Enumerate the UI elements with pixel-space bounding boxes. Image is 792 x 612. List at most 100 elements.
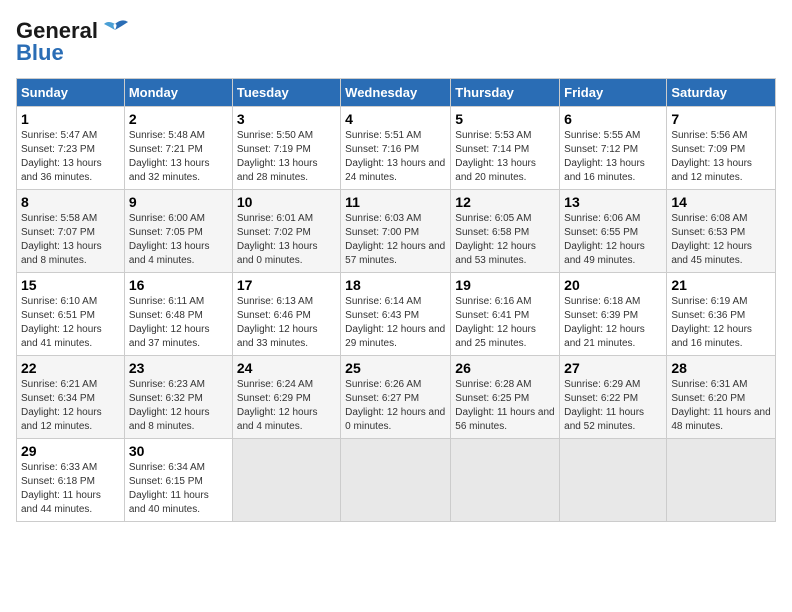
calendar-week-1: 1 Sunrise: 5:47 AMSunset: 7:23 PMDaylight… bbox=[17, 107, 776, 190]
calendar-cell bbox=[560, 439, 667, 522]
header-friday: Friday bbox=[560, 79, 667, 107]
day-number: 7 bbox=[671, 111, 771, 127]
logo: General Blue bbox=[16, 16, 130, 66]
day-number: 23 bbox=[129, 360, 228, 376]
calendar-cell: 4 Sunrise: 5:51 AMSunset: 7:16 PMDaylight… bbox=[341, 107, 451, 190]
day-info: Sunrise: 6:29 AMSunset: 6:22 PMDaylight:… bbox=[564, 378, 662, 434]
calendar-cell: 10 Sunrise: 6:01 AMSunset: 7:02 PMDayligh… bbox=[232, 190, 340, 273]
header-thursday: Thursday bbox=[451, 79, 560, 107]
calendar-cell: 8 Sunrise: 5:58 AMSunset: 7:07 PMDaylight… bbox=[17, 190, 125, 273]
day-info: Sunrise: 5:55 AMSunset: 7:12 PMDaylight:… bbox=[564, 129, 662, 185]
day-number: 11 bbox=[345, 194, 446, 210]
header-saturday: Saturday bbox=[667, 79, 776, 107]
day-number: 1 bbox=[21, 111, 120, 127]
day-info: Sunrise: 6:00 AMSunset: 7:05 PMDaylight:… bbox=[129, 212, 228, 268]
logo-bird-icon bbox=[100, 16, 130, 46]
day-number: 28 bbox=[671, 360, 771, 376]
day-number: 29 bbox=[21, 443, 120, 459]
calendar-cell: 5 Sunrise: 5:53 AMSunset: 7:14 PMDaylight… bbox=[451, 107, 560, 190]
calendar-cell: 12Sunrise: 6:05 AMSunset: 6:58 PMDayligh… bbox=[451, 190, 560, 273]
day-info: Sunrise: 5:51 AMSunset: 7:16 PMDaylight:… bbox=[345, 129, 446, 185]
day-info: Sunrise: 5:53 AMSunset: 7:14 PMDaylight:… bbox=[455, 129, 555, 185]
calendar-cell: 1 Sunrise: 5:47 AMSunset: 7:23 PMDaylight… bbox=[17, 107, 125, 190]
day-info: Sunrise: 5:50 AMSunset: 7:19 PMDaylight:… bbox=[237, 129, 336, 185]
day-info: Sunrise: 5:58 AMSunset: 7:07 PMDaylight:… bbox=[21, 212, 120, 268]
calendar-cell: 27 Sunrise: 6:29 AMSunset: 6:22 PMDayligh… bbox=[560, 356, 667, 439]
header-tuesday: Tuesday bbox=[232, 79, 340, 107]
header-sunday: Sunday bbox=[17, 79, 125, 107]
calendar-cell: 23 Sunrise: 6:23 AMSunset: 6:32 PMDayligh… bbox=[124, 356, 232, 439]
day-info: Sunrise: 6:24 AMSunset: 6:29 PMDaylight:… bbox=[237, 378, 336, 434]
calendar-cell: 19 Sunrise: 6:16 AMSunset: 6:41 PMDayligh… bbox=[451, 273, 560, 356]
day-info: Sunrise: 6:23 AMSunset: 6:32 PMDaylight:… bbox=[129, 378, 228, 434]
day-info: Sunrise: 6:33 AMSunset: 6:18 PMDaylight:… bbox=[21, 461, 120, 517]
day-info: Sunrise: 6:10 AMSunset: 6:51 PMDaylight:… bbox=[21, 295, 120, 351]
day-info: Sunrise: 6:19 AMSunset: 6:36 PMDaylight:… bbox=[671, 295, 771, 351]
day-info: Sunrise: 5:47 AMSunset: 7:23 PMDaylight:… bbox=[21, 129, 120, 185]
day-number: 27 bbox=[564, 360, 662, 376]
day-info: Sunrise: 5:56 AMSunset: 7:09 PMDaylight:… bbox=[671, 129, 771, 185]
calendar-cell: 9 Sunrise: 6:00 AMSunset: 7:05 PMDaylight… bbox=[124, 190, 232, 273]
calendar-cell: 30 Sunrise: 6:34 AMSunset: 6:15 PMDayligh… bbox=[124, 439, 232, 522]
header-monday: Monday bbox=[124, 79, 232, 107]
calendar-header-row: SundayMondayTuesdayWednesdayThursdayFrid… bbox=[17, 79, 776, 107]
day-info: Sunrise: 6:01 AMSunset: 7:02 PMDaylight:… bbox=[237, 212, 336, 268]
day-info: Sunrise: 6:28 AMSunset: 6:25 PMDaylight:… bbox=[455, 378, 555, 434]
calendar-week-4: 22 Sunrise: 6:21 AMSunset: 6:34 PMDayligh… bbox=[17, 356, 776, 439]
calendar-cell: 15Sunrise: 6:10 AMSunset: 6:51 PMDayligh… bbox=[17, 273, 125, 356]
day-number: 30 bbox=[129, 443, 228, 459]
day-info: Sunrise: 6:18 AMSunset: 6:39 PMDaylight:… bbox=[564, 295, 662, 351]
header-wednesday: Wednesday bbox=[341, 79, 451, 107]
day-info: Sunrise: 6:34 AMSunset: 6:15 PMDaylight:… bbox=[129, 461, 228, 517]
calendar-cell: 25Sunrise: 6:26 AMSunset: 6:27 PMDayligh… bbox=[341, 356, 451, 439]
calendar-cell: 24 Sunrise: 6:24 AMSunset: 6:29 PMDayligh… bbox=[232, 356, 340, 439]
calendar-cell: 17 Sunrise: 6:13 AMSunset: 6:46 PMDayligh… bbox=[232, 273, 340, 356]
day-number: 3 bbox=[237, 111, 336, 127]
calendar-cell: 26 Sunrise: 6:28 AMSunset: 6:25 PMDayligh… bbox=[451, 356, 560, 439]
calendar-cell: 29 Sunrise: 6:33 AMSunset: 6:18 PMDayligh… bbox=[17, 439, 125, 522]
day-info: Sunrise: 6:14 AMSunset: 6:43 PMDaylight:… bbox=[345, 295, 446, 351]
calendar-cell: 11 Sunrise: 6:03 AMSunset: 7:00 PMDayligh… bbox=[341, 190, 451, 273]
logo-blue: Blue bbox=[16, 40, 64, 66]
calendar-cell: 6 Sunrise: 5:55 AMSunset: 7:12 PMDaylight… bbox=[560, 107, 667, 190]
calendar-cell: 21Sunrise: 6:19 AMSunset: 6:36 PMDayligh… bbox=[667, 273, 776, 356]
calendar-cell: 13Sunrise: 6:06 AMSunset: 6:55 PMDayligh… bbox=[560, 190, 667, 273]
calendar-cell bbox=[451, 439, 560, 522]
day-number: 26 bbox=[455, 360, 555, 376]
calendar-cell: 2Sunrise: 5:48 AMSunset: 7:21 PMDaylight… bbox=[124, 107, 232, 190]
day-number: 22 bbox=[21, 360, 120, 376]
calendar-week-3: 15Sunrise: 6:10 AMSunset: 6:51 PMDayligh… bbox=[17, 273, 776, 356]
day-number: 4 bbox=[345, 111, 446, 127]
day-number: 24 bbox=[237, 360, 336, 376]
day-info: Sunrise: 6:16 AMSunset: 6:41 PMDaylight:… bbox=[455, 295, 555, 351]
day-number: 17 bbox=[237, 277, 336, 293]
day-number: 2 bbox=[129, 111, 228, 127]
page-header: General Blue bbox=[16, 16, 776, 66]
calendar-week-2: 8 Sunrise: 5:58 AMSunset: 7:07 PMDaylight… bbox=[17, 190, 776, 273]
day-info: Sunrise: 6:13 AMSunset: 6:46 PMDaylight:… bbox=[237, 295, 336, 351]
calendar-cell: 7 Sunrise: 5:56 AMSunset: 7:09 PMDaylight… bbox=[667, 107, 776, 190]
day-number: 6 bbox=[564, 111, 662, 127]
day-number: 8 bbox=[21, 194, 120, 210]
day-number: 14 bbox=[671, 194, 771, 210]
day-number: 10 bbox=[237, 194, 336, 210]
day-number: 20 bbox=[564, 277, 662, 293]
day-info: Sunrise: 6:06 AMSunset: 6:55 PMDaylight:… bbox=[564, 212, 662, 268]
day-number: 9 bbox=[129, 194, 228, 210]
calendar-cell bbox=[667, 439, 776, 522]
day-info: Sunrise: 6:03 AMSunset: 7:00 PMDaylight:… bbox=[345, 212, 446, 268]
calendar-cell: 18Sunrise: 6:14 AMSunset: 6:43 PMDayligh… bbox=[341, 273, 451, 356]
calendar-cell: 28 Sunrise: 6:31 AMSunset: 6:20 PMDayligh… bbox=[667, 356, 776, 439]
calendar-cell: 3 Sunrise: 5:50 AMSunset: 7:19 PMDaylight… bbox=[232, 107, 340, 190]
day-info: Sunrise: 6:26 AMSunset: 6:27 PMDaylight:… bbox=[345, 378, 446, 434]
day-number: 12 bbox=[455, 194, 555, 210]
day-number: 5 bbox=[455, 111, 555, 127]
calendar-cell: 22 Sunrise: 6:21 AMSunset: 6:34 PMDayligh… bbox=[17, 356, 125, 439]
day-number: 19 bbox=[455, 277, 555, 293]
day-info: Sunrise: 6:21 AMSunset: 6:34 PMDaylight:… bbox=[21, 378, 120, 434]
calendar-cell: 16Sunrise: 6:11 AMSunset: 6:48 PMDayligh… bbox=[124, 273, 232, 356]
calendar-cell: 20 Sunrise: 6:18 AMSunset: 6:39 PMDayligh… bbox=[560, 273, 667, 356]
day-info: Sunrise: 6:31 AMSunset: 6:20 PMDaylight:… bbox=[671, 378, 771, 434]
calendar-cell: 14Sunrise: 6:08 AMSunset: 6:53 PMDayligh… bbox=[667, 190, 776, 273]
day-info: Sunrise: 6:11 AMSunset: 6:48 PMDaylight:… bbox=[129, 295, 228, 351]
